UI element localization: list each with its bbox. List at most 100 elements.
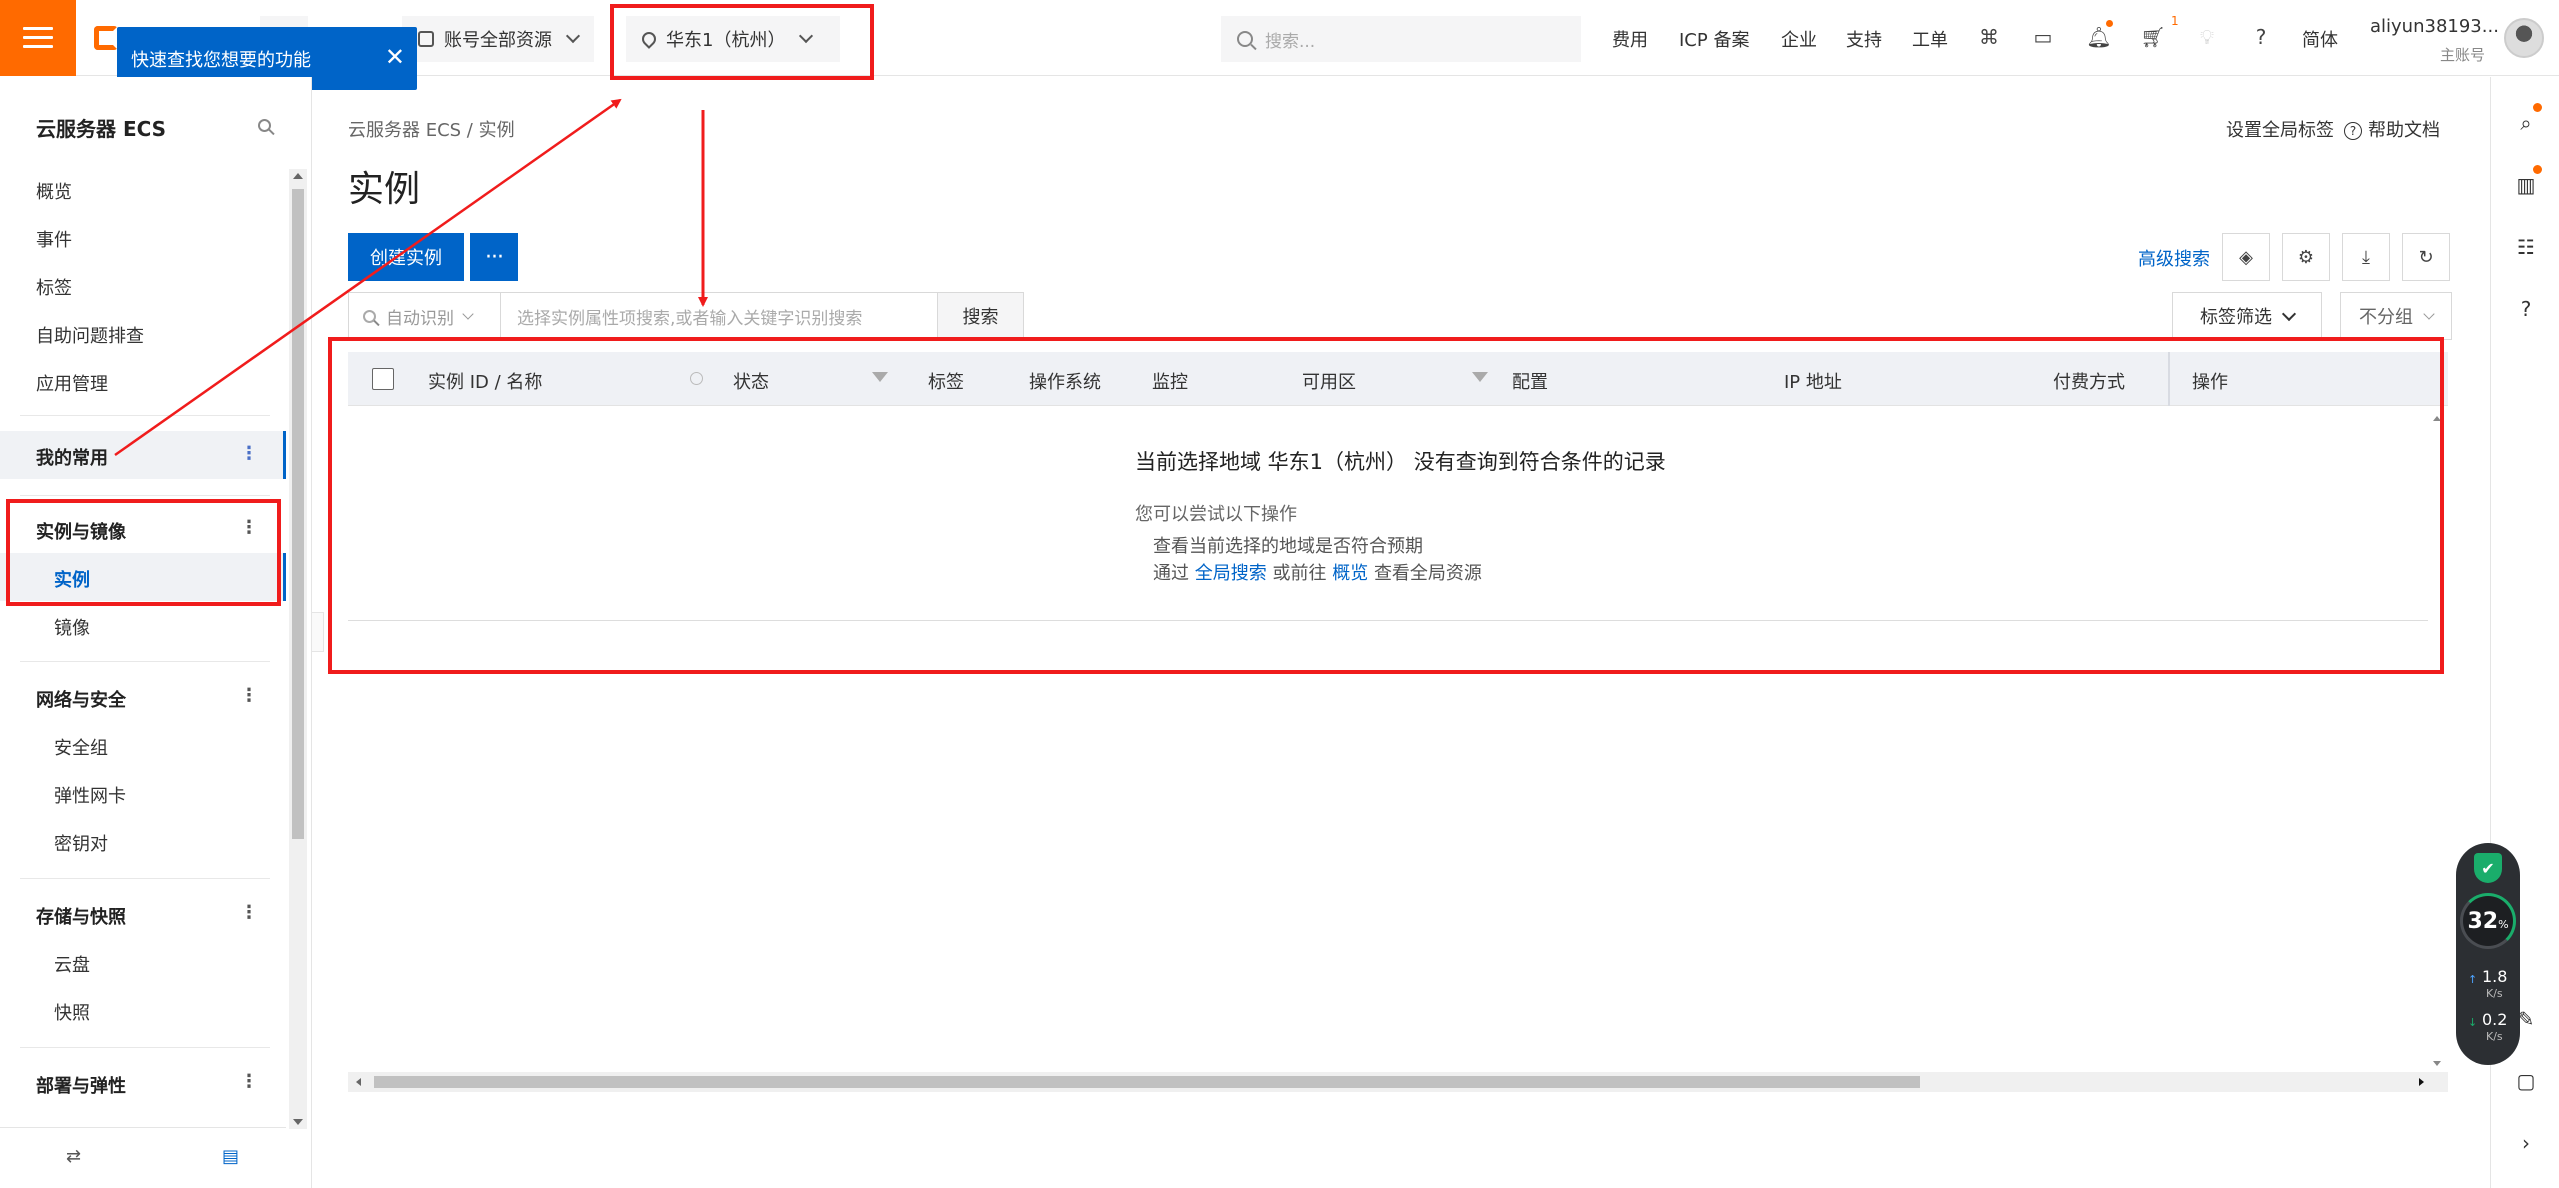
help-circle-icon: ?	[2344, 122, 2362, 140]
help-docs-link[interactable]: 帮助文档	[2368, 120, 2440, 141]
create-instance-button[interactable]: 创建实例	[348, 233, 464, 281]
sidebar-divider	[20, 495, 270, 496]
sidebar-divider	[20, 878, 270, 879]
sidebar-item-eni[interactable]: 弹性网卡	[54, 782, 126, 808]
sidebar-item-overview[interactable]: 概览	[36, 178, 72, 204]
help-icon[interactable]: ?	[2248, 24, 2274, 50]
chat-icon[interactable]: ▢	[2513, 1068, 2539, 1094]
filter-mode-select[interactable]: 自动识别	[348, 292, 500, 340]
book-icon[interactable]: ▥	[2513, 172, 2539, 198]
chevron-right-icon[interactable]: ›	[2513, 1130, 2539, 1156]
username[interactable]: aliyun38193...	[2370, 16, 2499, 37]
search-button[interactable]: 搜索	[938, 292, 1024, 340]
aliyun-logo[interactable]	[94, 26, 118, 50]
code-icon[interactable]: ⌘	[1976, 24, 2002, 50]
more-icon[interactable]: ⋮	[240, 444, 258, 464]
chevron-down-icon	[2423, 307, 2435, 320]
tag-filter-dropdown[interactable]: 标签筛选	[2172, 292, 2322, 340]
group-by-dropdown[interactable]: 不分组	[2340, 292, 2452, 340]
sidebar-item-tags[interactable]: 标签	[36, 274, 72, 300]
page-title: 实例	[348, 169, 421, 210]
table-horizontal-scrollbar[interactable]	[348, 1072, 2448, 1092]
upload-unit: K/s	[2486, 987, 2503, 1000]
network-speed-widget[interactable]: ✔ 32% ↑ 1.8 K/s ↓ 0.2 K/s	[2456, 843, 2520, 1065]
nav-support[interactable]: 支持	[1846, 26, 1882, 52]
notification-dot	[2533, 103, 2542, 112]
filter-mode-label: 自动识别	[386, 308, 454, 329]
nav-billing[interactable]: 费用	[1612, 26, 1648, 52]
sidebar-group-storage-snapshots[interactable]: 存储与快照	[36, 903, 126, 929]
sidebar-item-troubleshoot[interactable]: 自助问题排查	[36, 322, 144, 348]
download-unit: K/s	[2486, 1030, 2503, 1043]
annotation-sidebar-highlight	[6, 499, 281, 606]
sidebar-item-keypairs[interactable]: 密钥对	[54, 830, 108, 856]
switch-icon[interactable]: ⇄	[66, 1146, 81, 1167]
scroll-left-arrow[interactable]	[356, 1078, 361, 1086]
nav-ticket[interactable]: 工单	[1912, 26, 1948, 52]
refresh-icon[interactable]: ↻	[2402, 233, 2450, 281]
usage-percent: 32%	[2467, 908, 2509, 934]
more-icon[interactable]: ⋮	[240, 903, 258, 923]
global-search-input[interactable]: 搜索...	[1221, 16, 1581, 62]
nav-icp[interactable]: ICP 备案	[1679, 26, 1749, 52]
bell-icon[interactable]: 🔔︎	[2086, 24, 2112, 50]
sidebar-item-snapshots[interactable]: 快照	[54, 999, 90, 1025]
sidebar-divider	[20, 415, 270, 416]
lightbulb-icon[interactable]: 💡︎	[2194, 24, 2220, 50]
sidebar-group-network-security[interactable]: 网络与安全	[36, 686, 126, 712]
sidebar-scrollbar[interactable]	[289, 169, 307, 1129]
menu-icon[interactable]	[0, 0, 76, 76]
scroll-right-arrow[interactable]	[2419, 1078, 2424, 1086]
download-arrow-icon: ↓	[2468, 1016, 2478, 1029]
sidebar-item-images[interactable]: 镜像	[54, 614, 90, 640]
shield-check-icon: ✔	[2474, 853, 2502, 883]
cart-icon[interactable]: 🛒︎	[2140, 24, 2166, 50]
upload-rate: 1.8	[2482, 967, 2508, 986]
account-type: 主账号	[2440, 46, 2486, 64]
sidebar-collapse-handle[interactable]	[312, 612, 324, 652]
close-icon[interactable]: ✕	[385, 43, 405, 71]
more-icon[interactable]: ⋮	[240, 1072, 258, 1092]
search-icon[interactable]: ⌕	[2513, 110, 2539, 136]
sidebar-item-disks[interactable]: 云盘	[54, 951, 90, 977]
download-icon[interactable]: ⤓	[2342, 233, 2390, 281]
message-icon[interactable]: ▤	[222, 1146, 239, 1167]
sidebar-group-deployment-elasticity[interactable]: 部署与弹性	[36, 1072, 126, 1098]
search-icon	[363, 309, 376, 323]
terminal-icon[interactable]: ▭	[2030, 24, 2056, 50]
avatar[interactable]	[2504, 18, 2544, 58]
advanced-search-link[interactable]: 高级搜索	[2138, 245, 2210, 271]
scroll-down-arrow[interactable]	[2433, 1061, 2441, 1066]
scroll-down-arrow[interactable]	[293, 1119, 303, 1125]
scroll-up-arrow[interactable]	[293, 173, 303, 179]
language-switch[interactable]: 简体	[2302, 26, 2338, 52]
scroll-thumb[interactable]	[292, 189, 304, 839]
sidebar-item-security-groups[interactable]: 安全组	[54, 734, 108, 760]
sidebar-divider	[20, 661, 270, 662]
account-scope-selector[interactable]: 账号全部资源	[402, 16, 594, 62]
chevron-down-icon	[462, 307, 474, 320]
scroll-thumb[interactable]	[374, 1076, 1920, 1088]
sidebar-item-events[interactable]: 事件	[36, 226, 72, 252]
checklist-icon[interactable]: ☷	[2513, 234, 2539, 260]
annotation-table-highlight	[328, 337, 2444, 674]
breadcrumb[interactable]: 云服务器 ECS / 实例	[348, 116, 515, 142]
layers-icon[interactable]: ◈	[2222, 233, 2270, 281]
help-icon[interactable]: ?	[2513, 296, 2539, 322]
download-rate: 0.2	[2482, 1010, 2508, 1029]
chevron-down-icon	[2281, 306, 2297, 321]
more-icon[interactable]: ⋮	[240, 686, 258, 706]
sidebar-search-icon[interactable]	[258, 119, 271, 132]
page-header-links: 设置全局标签? 帮助文档	[2226, 116, 2440, 142]
nav-enterprise[interactable]: 企业	[1781, 26, 1817, 52]
filter-keyword-input[interactable]: 选择实例属性项搜索,或者输入关键字识别搜索	[500, 292, 938, 340]
sidebar-item-app-management[interactable]: 应用管理	[36, 370, 108, 396]
sidebar-title: 云服务器 ECS	[36, 117, 167, 141]
more-actions-button[interactable]: ···	[470, 233, 518, 281]
usage-ring: 32%	[2460, 893, 2516, 949]
favorites-indicator	[283, 431, 286, 479]
group-by-label: 不分组	[2359, 307, 2413, 328]
settings-gear-icon[interactable]: ⚙	[2282, 233, 2330, 281]
sidebar-favorites[interactable]: 我的常用	[36, 444, 108, 470]
set-global-tags-link[interactable]: 设置全局标签	[2226, 120, 2334, 141]
